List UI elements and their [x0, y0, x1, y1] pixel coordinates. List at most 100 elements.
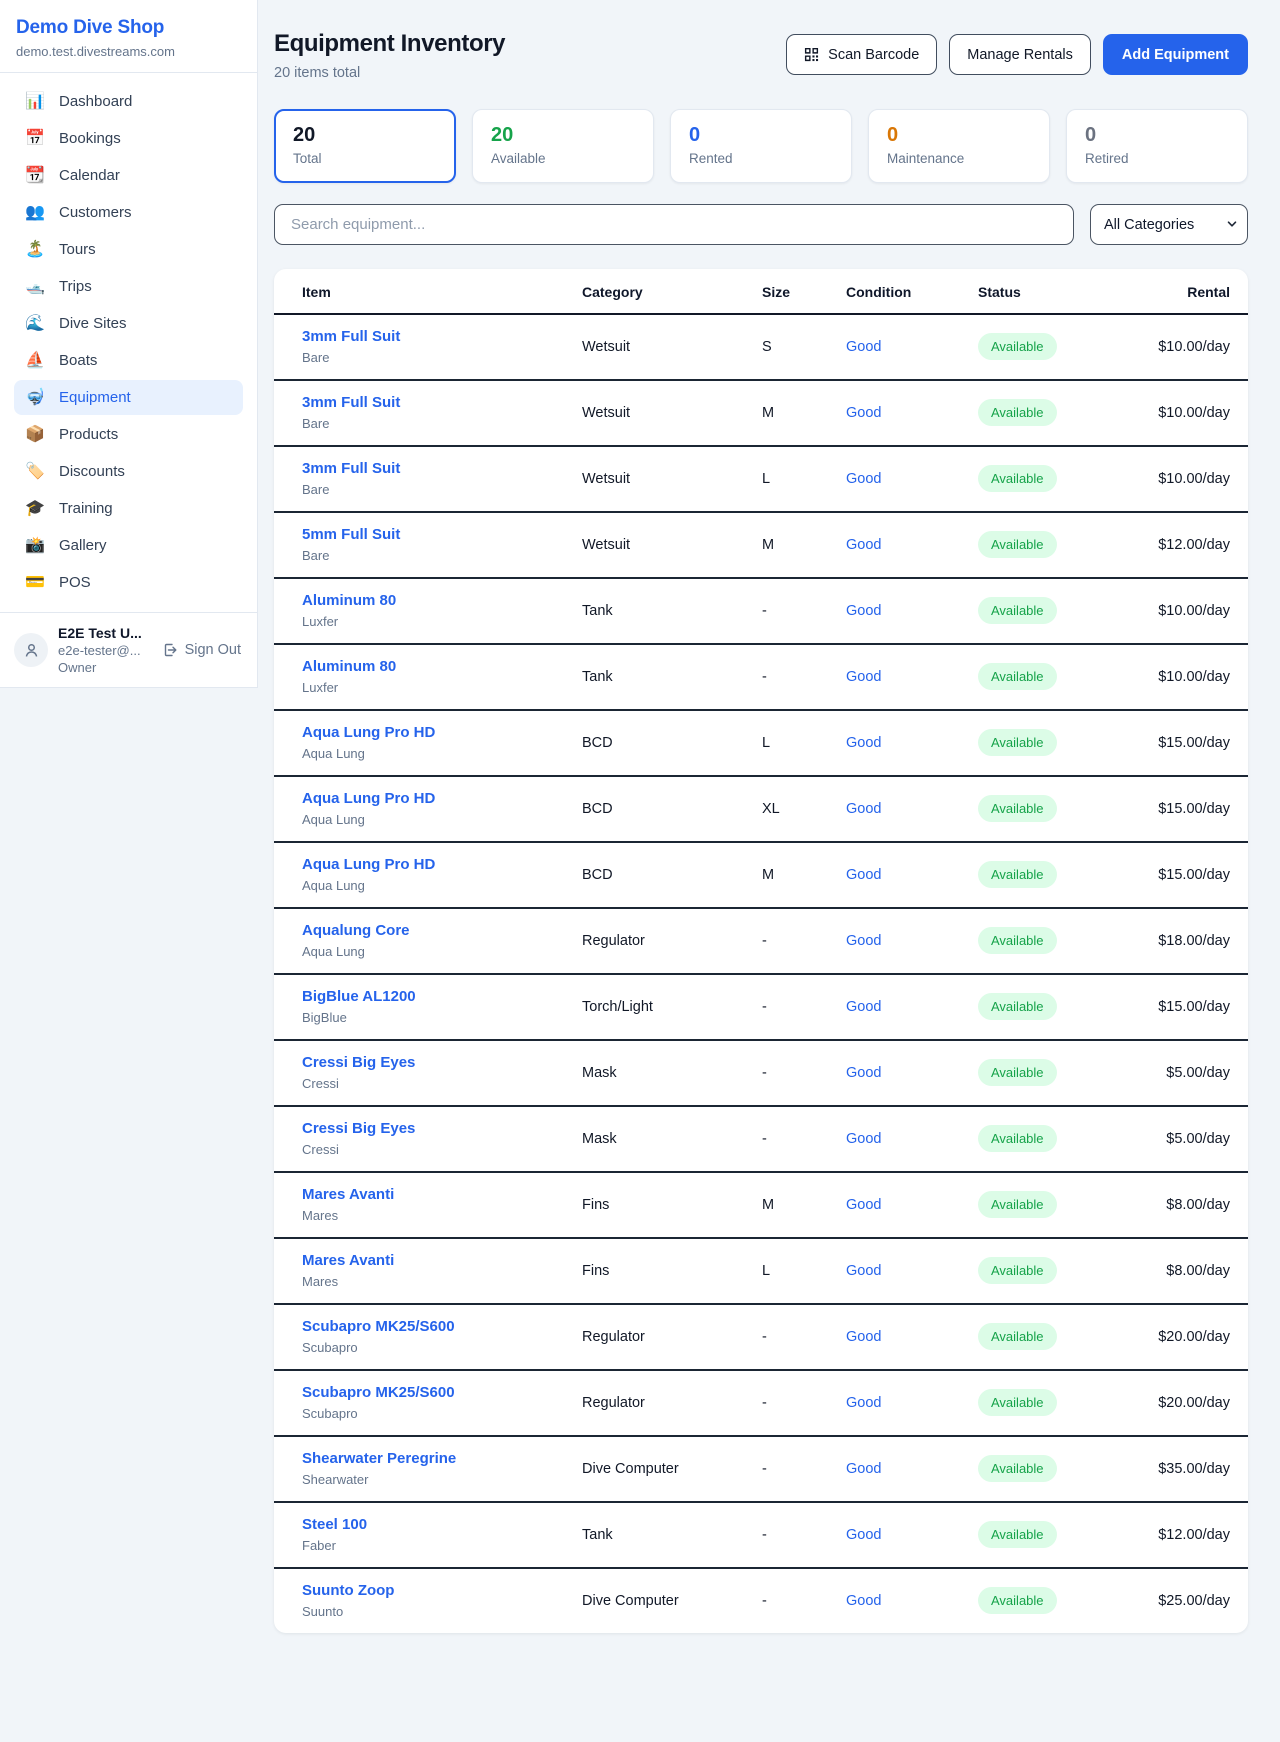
- condition-link[interactable]: Good: [846, 1527, 881, 1543]
- item-name-link[interactable]: Scubapro MK25/S600: [302, 1384, 582, 1401]
- sidebar-item-trips[interactable]: 🛥️ Trips: [14, 269, 243, 304]
- rental-rate: $15.00/day: [1128, 974, 1248, 1040]
- sidebar-item-label: Customers: [59, 204, 132, 221]
- stat-value: 0: [887, 124, 1031, 147]
- stat-card-total[interactable]: 20 Total: [274, 109, 456, 183]
- sidebar-item-calendar[interactable]: 📆 Calendar: [14, 158, 243, 193]
- sidebar-item-dashboard[interactable]: 📊 Dashboard: [14, 84, 243, 119]
- item-name-link[interactable]: 5mm Full Suit: [302, 526, 582, 543]
- condition-link[interactable]: Good: [846, 1065, 881, 1081]
- item-name-link[interactable]: 3mm Full Suit: [302, 328, 582, 345]
- condition-link[interactable]: Good: [846, 1461, 881, 1477]
- item-name-link[interactable]: Cressi Big Eyes: [302, 1120, 582, 1137]
- user-role: Owner: [58, 660, 152, 675]
- user-name: E2E Test U...: [58, 625, 152, 641]
- user-email: e2e-tester@...: [58, 643, 152, 658]
- avatar: [14, 633, 48, 667]
- item-name-link[interactable]: Aqua Lung Pro HD: [302, 856, 582, 873]
- stat-card-available[interactable]: 20 Available: [472, 109, 654, 183]
- condition-link[interactable]: Good: [846, 1593, 881, 1609]
- sidebar-item-dive-sites[interactable]: 🌊 Dive Sites: [14, 306, 243, 341]
- sidebar-item-pos[interactable]: 💳 POS: [14, 565, 243, 600]
- item-name-link[interactable]: BigBlue AL1200: [302, 988, 582, 1005]
- add-equipment-label: Add Equipment: [1122, 47, 1229, 63]
- condition-link[interactable]: Good: [846, 867, 881, 883]
- sidebar-item-bookings[interactable]: 📅 Bookings: [14, 121, 243, 156]
- condition-link[interactable]: Good: [846, 1131, 881, 1147]
- condition-link[interactable]: Good: [846, 933, 881, 949]
- item-name-link[interactable]: Aluminum 80: [302, 592, 582, 609]
- table-row: Aqua Lung Pro HD Aqua Lung BCD XL Good A…: [274, 776, 1248, 842]
- status-badge: Available: [978, 993, 1057, 1020]
- sidebar-item-gallery[interactable]: 📸 Gallery: [14, 528, 243, 563]
- condition-link[interactable]: Good: [846, 405, 881, 421]
- scan-barcode-button[interactable]: Scan Barcode: [786, 34, 937, 75]
- condition-link[interactable]: Good: [846, 471, 881, 487]
- sidebar-item-training[interactable]: 🎓 Training: [14, 491, 243, 526]
- item-name-link[interactable]: Steel 100: [302, 1516, 582, 1533]
- sidebar-item-products[interactable]: 📦 Products: [14, 417, 243, 452]
- table-row: Steel 100 Faber Tank - Good Available $1…: [274, 1502, 1248, 1568]
- sidebar-item-equipment[interactable]: 🤿 Equipment: [14, 380, 243, 415]
- condition-link[interactable]: Good: [846, 339, 881, 355]
- sidebar-item-boats[interactable]: ⛵ Boats: [14, 343, 243, 378]
- item-name-link[interactable]: Scubapro MK25/S600: [302, 1318, 582, 1335]
- sidebar-item-label: Calendar: [59, 167, 120, 184]
- status-badge: Available: [978, 1521, 1057, 1548]
- status-badge: Available: [978, 861, 1057, 888]
- condition-link[interactable]: Good: [846, 801, 881, 817]
- stat-card-maintenance[interactable]: 0 Maintenance: [868, 109, 1050, 183]
- column-header-size: Size: [762, 269, 846, 314]
- item-name-link[interactable]: Shearwater Peregrine: [302, 1450, 582, 1467]
- item-name-link[interactable]: 3mm Full Suit: [302, 460, 582, 477]
- category-select[interactable]: All Categories: [1090, 204, 1248, 245]
- search-input[interactable]: [274, 204, 1074, 245]
- condition-link[interactable]: Good: [846, 537, 881, 553]
- manage-rentals-button[interactable]: Manage Rentals: [949, 34, 1091, 75]
- condition-link[interactable]: Good: [846, 603, 881, 619]
- stat-card-retired[interactable]: 0 Retired: [1066, 109, 1248, 183]
- table-row: Mares Avanti Mares Fins M Good Available…: [274, 1172, 1248, 1238]
- rental-rate: $5.00/day: [1128, 1106, 1248, 1172]
- item-name-link[interactable]: Cressi Big Eyes: [302, 1054, 582, 1071]
- sidebar-item-discounts[interactable]: 🏷️ Discounts: [14, 454, 243, 489]
- item-category: Regulator: [582, 908, 762, 974]
- brand-name[interactable]: Demo Dive Shop: [16, 17, 241, 39]
- item-brand: Bare: [302, 548, 582, 563]
- add-equipment-button[interactable]: Add Equipment: [1103, 34, 1248, 75]
- rental-rate: $35.00/day: [1128, 1436, 1248, 1502]
- item-name-link[interactable]: Mares Avanti: [302, 1186, 582, 1203]
- stat-label: Available: [491, 151, 635, 166]
- sidebar-nav: 📊 Dashboard 📅 Bookings 📆 Calendar 👥 Cust…: [0, 73, 257, 612]
- item-name-link[interactable]: Suunto Zoop: [302, 1582, 582, 1599]
- item-name-link[interactable]: Aqua Lung Pro HD: [302, 790, 582, 807]
- condition-link[interactable]: Good: [846, 1197, 881, 1213]
- condition-link[interactable]: Good: [846, 1395, 881, 1411]
- stat-card-rented[interactable]: 0 Rented: [670, 109, 852, 183]
- sign-out-button[interactable]: Sign Out: [162, 642, 243, 658]
- item-brand: Mares: [302, 1274, 582, 1289]
- item-name-link[interactable]: Aqua Lung Pro HD: [302, 724, 582, 741]
- condition-link[interactable]: Good: [846, 1329, 881, 1345]
- condition-link[interactable]: Good: [846, 1263, 881, 1279]
- rental-rate: $12.00/day: [1128, 1502, 1248, 1568]
- sidebar-item-tours[interactable]: 🏝️ Tours: [14, 232, 243, 267]
- dashboard-icon: 📊: [24, 94, 46, 110]
- item-name-link[interactable]: 3mm Full Suit: [302, 394, 582, 411]
- item-name-link[interactable]: Aqualung Core: [302, 922, 582, 939]
- item-size: S: [762, 314, 846, 380]
- condition-link[interactable]: Good: [846, 735, 881, 751]
- item-name-link[interactable]: Mares Avanti: [302, 1252, 582, 1269]
- stats-row: 20 Total 20 Available 0 Rented 0 Mainten…: [274, 109, 1248, 183]
- sidebar-item-label: Gallery: [59, 537, 107, 554]
- status-badge: Available: [978, 1323, 1057, 1350]
- item-category: BCD: [582, 842, 762, 908]
- rental-rate: $18.00/day: [1128, 908, 1248, 974]
- item-name-link[interactable]: Aluminum 80: [302, 658, 582, 675]
- item-brand: Aqua Lung: [302, 746, 582, 761]
- column-header-category: Category: [582, 269, 762, 314]
- condition-link[interactable]: Good: [846, 669, 881, 685]
- table-row: Scubapro MK25/S600 Scubapro Regulator - …: [274, 1370, 1248, 1436]
- sidebar-item-customers[interactable]: 👥 Customers: [14, 195, 243, 230]
- condition-link[interactable]: Good: [846, 999, 881, 1015]
